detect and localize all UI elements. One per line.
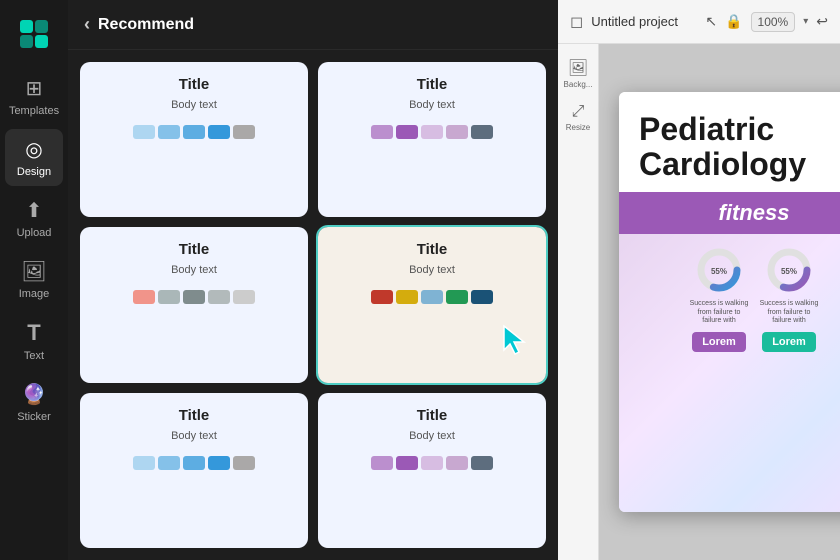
sidebar-item-templates[interactable]: ⊞ Templates [5,68,63,125]
template-grid: Title Body text Title Body text [68,50,558,560]
panel-header: ‹ Recommend [68,0,558,50]
upload-label: Upload [17,227,52,239]
card-1-body: Body text [171,99,217,111]
design-icon: ◎ [25,137,42,162]
resize-tool[interactable]: ⤢ Resize [558,97,598,138]
upload-icon: ⬆ [26,198,43,223]
card-4-body: Body text [409,264,455,276]
card-4-swatches [371,290,493,304]
design-panel: ‹ Recommend Title Body text Title Body t… [68,0,558,560]
lock-tool[interactable]: 🔒 [725,13,742,30]
template-card-1[interactable]: Title Body text [80,62,308,217]
chart-item-1: 55% Success is walking from failure to f… [689,244,749,351]
background-label: Backg... [564,80,593,89]
text-icon: T [27,320,40,346]
svg-text:55%: 55% [781,267,797,276]
lorem-btn-2: Lorem [762,332,816,352]
left-sidebar: ⊞ Templates ◎ Design ⬆ Upload 🖼 Image T … [0,0,68,560]
app-logo [16,16,52,52]
donut-chart-1: 55% [693,244,745,296]
floating-panel: 🖼 Backg... ⤢ Resize [558,44,599,560]
card-3-title: Title [179,241,210,258]
card-4-title: Title [417,241,448,258]
sidebar-item-design[interactable]: ◎ Design [5,129,63,186]
card-1-title: Title [179,76,210,93]
card-3-body: Body text [171,264,217,276]
resize-label: Resize [566,123,590,132]
design-label: Design [17,166,51,178]
zoom-dropdown-icon[interactable]: ▾ [803,16,808,27]
project-icon: ◻ [570,12,583,32]
slide-heading: PediatricCardiology [639,112,840,182]
canvas-area: ◻ Untitled project ↖ 🔒 100% ▾ ↩ 🖼 Backg.… [558,0,840,560]
card-3-swatches [133,290,255,304]
header-actions: ↖ 🔒 100% ▾ ↩ [705,12,828,32]
slide-content: PediatricCardiology fitness [619,92,840,512]
card-6-body: Body text [409,430,455,442]
card-5-swatches [133,456,255,470]
donut-chart-2: 55% [763,244,815,296]
slide-purple-bar: fitness [619,192,840,234]
zoom-control[interactable]: 100% [751,12,796,32]
image-label: Image [19,288,50,300]
image-icon: 🖼 [21,259,46,284]
canvas-header: ◻ Untitled project ↖ 🔒 100% ▾ ↩ [558,0,840,44]
slide-top: PediatricCardiology [619,92,840,192]
template-card-5[interactable]: Title Body text [80,393,308,548]
sidebar-item-sticker[interactable]: 🔮 Sticker [5,374,63,431]
cursor-tool[interactable]: ↖ [705,13,717,30]
slide-preview: PediatricCardiology fitness [599,44,840,560]
card-1-swatches [133,125,255,139]
card-6-swatches [371,456,493,470]
sticker-label: Sticker [17,411,51,423]
resize-icon: ⤢ [572,103,585,121]
template-card-3[interactable]: Title Body text [80,227,308,382]
card-2-swatches [371,125,493,139]
chart-2-caption: Success is walking from failure to failu… [759,300,819,325]
card-5-title: Title [179,407,210,424]
templates-label: Templates [9,105,59,117]
template-card-4[interactable]: Title Body text [318,227,546,382]
card-6-title: Title [417,407,448,424]
card-2-body: Body text [409,99,455,111]
back-button[interactable]: ‹ [84,14,90,35]
text-label: Text [24,350,44,362]
sidebar-item-upload[interactable]: ⬆ Upload [5,190,63,247]
chart-item-2: 55% Success is walking from failure to f… [759,244,819,351]
canvas-body: 🖼 Backg... ⤢ Resize PediatricCardiology … [558,44,840,560]
chart-1-caption: Success is walking from failure to failu… [689,300,749,325]
card-2-title: Title [417,76,448,93]
more-options[interactable]: ↩ [816,13,828,30]
slide-watercolor: 55% Success is walking from failure to f… [619,234,840,512]
background-tool[interactable]: 🖼 Backg... [558,52,598,95]
sidebar-item-image[interactable]: 🖼 Image [5,251,63,308]
charts-row: 55% Success is walking from failure to f… [629,244,840,351]
background-icon: 🖼 [568,58,588,78]
templates-icon: ⊞ [26,76,43,101]
card-5-body: Body text [171,430,217,442]
svg-text:55%: 55% [711,267,727,276]
sticker-icon: 🔮 [22,382,47,407]
panel-title: Recommend [98,16,194,34]
sidebar-item-text[interactable]: T Text [5,312,63,370]
template-card-6[interactable]: Title Body text [318,393,546,548]
lorem-btn-1: Lorem [692,332,746,352]
cursor-icon [502,324,530,363]
template-card-2[interactable]: Title Body text [318,62,546,217]
project-title: Untitled project [591,14,697,29]
